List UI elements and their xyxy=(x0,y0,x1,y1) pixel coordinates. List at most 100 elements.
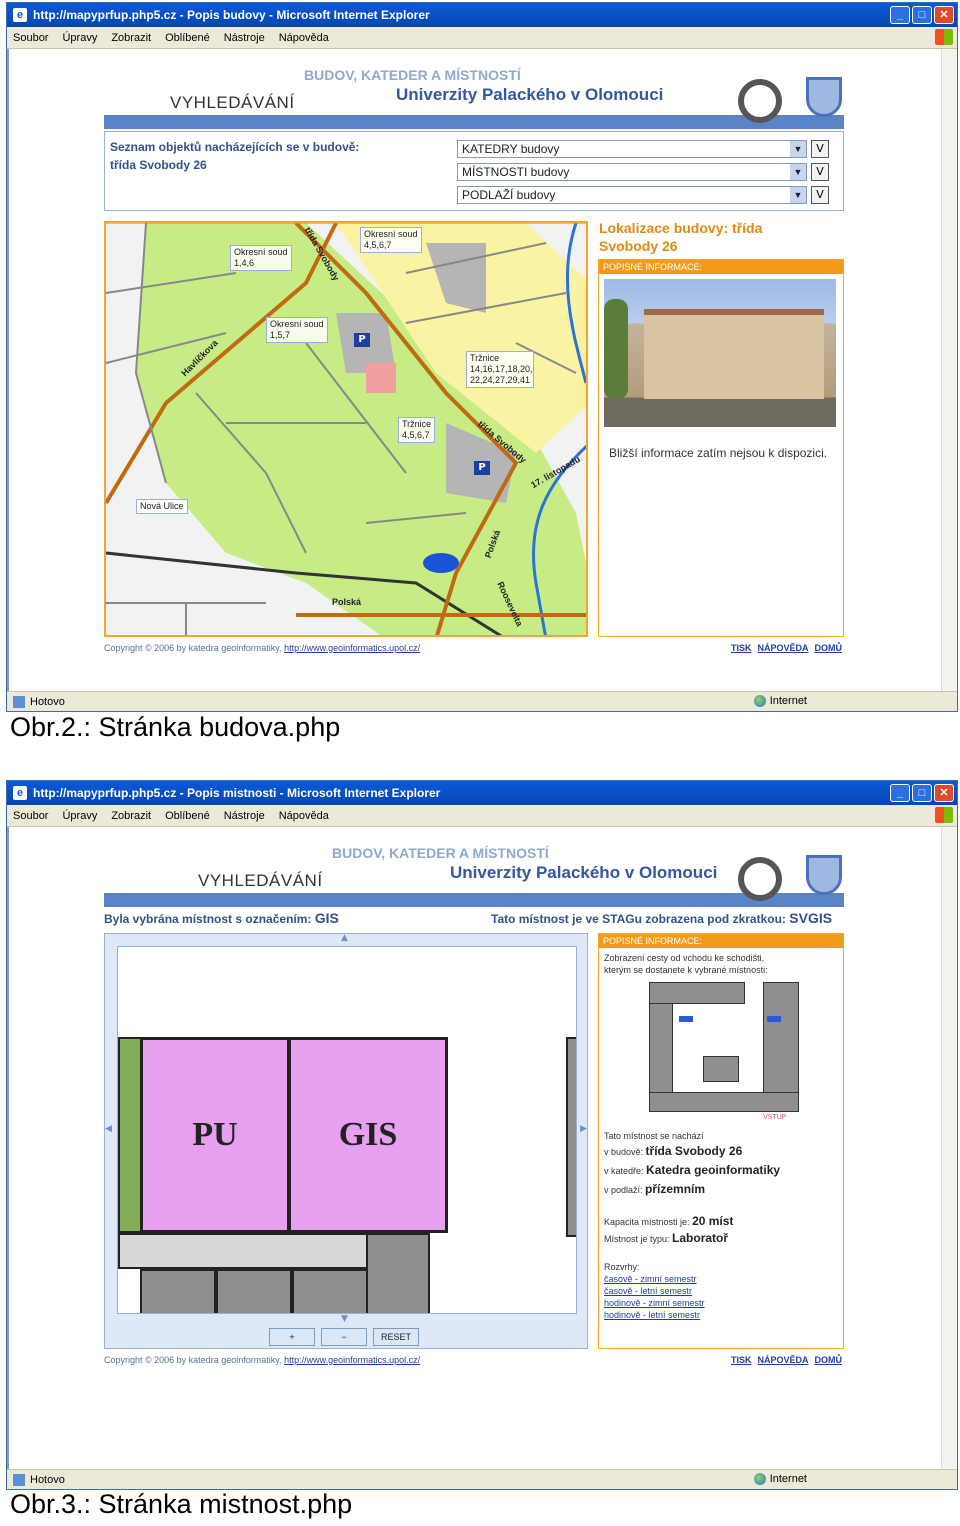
rooms-dropdown-value: MÍSTNOSTI budovy xyxy=(462,165,570,179)
rooms-dropdown[interactable]: MÍSTNOSTI budovy ▼ xyxy=(457,163,807,181)
city-map[interactable]: Okresní soud 1,4,6 Okresní soud 4,5,6,7 Ok… xyxy=(104,221,588,637)
selected-room-label: Byla vybrána místnost s označením: xyxy=(104,912,312,926)
menu-zobrazit[interactable]: Zobrazit xyxy=(111,810,151,822)
schedule-link-time-summer[interactable]: časově - letní semestr xyxy=(604,1285,840,1297)
tisk-link[interactable]: TISK xyxy=(731,643,752,653)
pan-up-icon[interactable]: ▲ xyxy=(341,933,348,943)
parking-icon: P xyxy=(474,461,490,475)
map-label-okresni-soud-3[interactable]: Okresní soud 1,5,7 xyxy=(266,317,328,343)
map-label-okresni-soud-2[interactable]: Okresní soud 4,5,6,7 xyxy=(360,227,422,253)
zoom-out-button[interactable]: − xyxy=(321,1328,367,1346)
location-details: Tato místnost se nachází v budově: třída… xyxy=(604,1130,840,1321)
map-label-sub: 4,5,6,7 xyxy=(364,240,392,250)
title-bar: e http://mapyprfup.php5.cz - Popis budov… xyxy=(7,3,957,27)
page-content: BUDOV, KATEDER A MÍSTNOSTÍ Univerzity Pa… xyxy=(7,49,957,691)
map-label-trznice-1[interactable]: Tržnice 14,16,17,18,20, 22,24,27,29,41 xyxy=(466,351,534,388)
domu-link[interactable]: DOMŮ xyxy=(815,643,843,653)
schedule-link-time-winter[interactable]: časově - zimní semestr xyxy=(604,1273,840,1285)
schedule-link-hour-winter[interactable]: hodinově - zimní semestr xyxy=(604,1297,840,1309)
zoom-in-icon: + xyxy=(289,1332,295,1342)
map-label-sub: 4,5,6,7 xyxy=(402,430,430,440)
room-gis-label: GIS xyxy=(338,1116,398,1153)
room-gis[interactable]: GIS xyxy=(288,1037,448,1233)
close-button[interactable]: ✕ xyxy=(934,6,954,24)
map-label-okresni-soud-1[interactable]: Okresní soud 1,4,6 xyxy=(230,245,292,271)
footer-links: TISK NÁPOVĚDA DOMŮ xyxy=(731,1355,842,1365)
reset-button[interactable]: RESET xyxy=(373,1328,419,1346)
geoinformatics-link[interactable]: http://www.geoinformatics.upol.cz/ xyxy=(284,1355,420,1365)
floor-plan-viewer[interactable]: PU GIS ◀ ▶ ▲ ▼ + − RESET xyxy=(104,933,588,1349)
menu-bar: Soubor Úpravy Zobrazit Oblíbené Nástroje… xyxy=(7,27,957,49)
status-bar: Hotovo Internet xyxy=(7,1469,957,1489)
windows-flag-icon xyxy=(935,807,953,823)
menu-soubor[interactable]: Soubor xyxy=(13,810,48,822)
type-value: Laboratoř xyxy=(672,1231,729,1245)
geoinformatics-link[interactable]: http://www.geoinformatics.upol.cz/ xyxy=(284,643,420,653)
vertical-scrollbar[interactable] xyxy=(941,827,957,1469)
floors-dropdown[interactable]: PODLAŽÍ budovy ▼ xyxy=(457,186,807,204)
napoveda-link[interactable]: NÁPOVĚDA xyxy=(758,1355,809,1365)
map-label-name: Tržnice xyxy=(402,419,432,429)
menu-zobrazit[interactable]: Zobrazit xyxy=(111,32,151,44)
close-button[interactable]: ✕ xyxy=(934,784,954,802)
menu-bar: Soubor Úpravy Zobrazit Oblíbené Nástroje… xyxy=(7,805,957,827)
vertical-scrollbar[interactable] xyxy=(941,49,957,691)
stag-label: Tato místnost je ve STAGu zobrazena pod … xyxy=(491,912,786,926)
menu-upravy[interactable]: Úpravy xyxy=(62,32,97,44)
wing-bottom xyxy=(649,1092,799,1112)
security-zone: Internet xyxy=(753,695,807,707)
menu-napoveda[interactable]: Nápověda xyxy=(279,810,329,822)
pan-down-icon[interactable]: ▼ xyxy=(341,1314,348,1324)
menu-soubor[interactable]: Soubor xyxy=(13,32,48,44)
maximize-button[interactable]: □ xyxy=(912,784,932,802)
footer-copyright: Copyright © 2006 by katedra geoinformati… xyxy=(104,1355,420,1365)
header-line2: Univerzity Palackého v Olomouci xyxy=(396,85,664,104)
copyright-text: Copyright © 2006 by katedra geoinformati… xyxy=(104,643,282,653)
zone-text: Internet xyxy=(769,695,807,707)
zone-text: Internet xyxy=(769,1473,807,1485)
tisk-link[interactable]: TISK xyxy=(731,1355,752,1365)
departments-dropdown[interactable]: KATEDRY budovy ▼ xyxy=(457,140,807,158)
room-gray-3 xyxy=(292,1269,368,1313)
route-marker xyxy=(767,1016,781,1022)
napoveda-link[interactable]: NÁPOVĚDA xyxy=(758,643,809,653)
departments-go-button[interactable]: V xyxy=(811,140,829,158)
floors-go-button[interactable]: V xyxy=(811,186,829,204)
map-label-trznice-2[interactable]: Tržnice 4,5,6,7 xyxy=(398,417,436,443)
domu-link[interactable]: DOMŮ xyxy=(815,1355,843,1365)
geoinformatics-logo xyxy=(738,79,782,123)
footer-copyright: Copyright © 2006 by katedra geoinformati… xyxy=(104,643,420,653)
city-skyline-banner xyxy=(104,115,844,129)
menu-napoveda[interactable]: Nápověda xyxy=(279,32,329,44)
map-label-name: Tržnice xyxy=(470,353,500,363)
minimize-button[interactable]: _ xyxy=(890,6,910,24)
map-label-sub: 14,16,17,18,20, 22,24,27,29,41 xyxy=(470,364,533,385)
room-gray-edge xyxy=(566,1037,576,1237)
minimize-button[interactable]: _ xyxy=(890,784,910,802)
maximize-button[interactable]: □ xyxy=(912,6,932,24)
zoom-in-button[interactable]: + xyxy=(269,1328,315,1346)
copyright-text: Copyright © 2006 by katedra geoinformati… xyxy=(104,1355,282,1365)
capacity-label: Kapacita místnosti je: xyxy=(604,1217,690,1227)
menu-oblibene[interactable]: Oblíbené xyxy=(165,810,210,822)
pan-left-icon[interactable]: ◀ xyxy=(105,1124,112,1134)
room-pu-label: PU xyxy=(192,1116,238,1153)
menu-oblibene[interactable]: Oblíbené xyxy=(165,32,210,44)
map-label-name: Okresní soud xyxy=(364,229,418,239)
rooms-go-button[interactable]: V xyxy=(811,163,829,181)
menu-nastroje[interactable]: Nástroje xyxy=(224,32,265,44)
floor-plan-canvas[interactable]: PU GIS xyxy=(117,946,577,1314)
header-line1: BUDOV, KATEDER A MÍSTNOSTÍ xyxy=(304,67,521,83)
pan-right-icon[interactable]: ▶ xyxy=(580,1124,587,1134)
room-pu[interactable]: PU xyxy=(140,1037,290,1233)
map-label-nova-ulice[interactable]: Nová Ulice xyxy=(136,499,188,514)
menu-upravy[interactable]: Úpravy xyxy=(62,810,97,822)
globe-icon xyxy=(753,1473,766,1485)
detail-value: třída Svobody 26 xyxy=(645,1144,743,1158)
title-bar: e http://mapyprfup.php5.cz - Popis mistn… xyxy=(7,781,957,805)
header-line3: VYHLEDÁVÁNÍ xyxy=(198,871,323,890)
green-strip xyxy=(118,1037,142,1233)
stag-value: SVGIS xyxy=(789,910,833,926)
menu-nastroje[interactable]: Nástroje xyxy=(224,810,265,822)
schedule-link-hour-summer[interactable]: hodinově - letní semestr xyxy=(604,1309,840,1321)
